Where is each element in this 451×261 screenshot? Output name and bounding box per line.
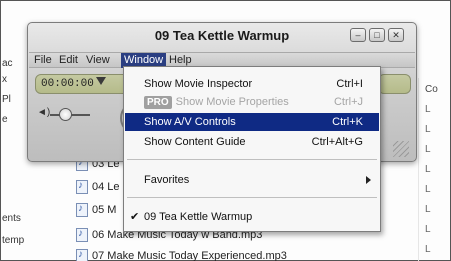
time-display-end [378, 74, 411, 94]
audio-file-icon [76, 227, 88, 242]
submenu-arrow-icon [366, 176, 371, 184]
menu-edit[interactable]: Edit [56, 53, 81, 68]
column-cell: L [425, 104, 431, 115]
menu-item-label: 09 Tea Kettle Warmup [144, 211, 253, 223]
checkmark-icon: ✔ [130, 211, 140, 223]
file-row[interactable]: 05 M [76, 201, 116, 218]
menu-item-show-content-guide[interactable]: Show Content Guide Ctrl+Alt+G [125, 133, 379, 151]
menu-item-shortcut: Ctrl+I [336, 78, 363, 90]
column-cell: L [425, 164, 431, 175]
file-name: 05 M [92, 203, 117, 216]
resize-grip-icon[interactable] [393, 141, 409, 157]
menu-view[interactable]: View [83, 53, 113, 68]
menu-item-label: Show Movie Inspector [144, 78, 253, 90]
menu-item-shortcut: Ctrl+K [332, 116, 363, 128]
left-pane-text: ac [2, 58, 13, 69]
menu-item-show-movie-properties[interactable]: PRO Show Movie Properties Ctrl+J [125, 93, 379, 111]
menu-item-show-av-controls[interactable]: Show A/V Controls Ctrl+K [125, 113, 379, 131]
column-cell: L [425, 184, 431, 195]
menu-item-label: Show A/V Controls [144, 116, 236, 128]
menu-item-show-movie-inspector[interactable]: Show Movie Inspector Ctrl+I [125, 75, 379, 93]
menu-separator [127, 159, 377, 160]
left-pane-text: e [2, 114, 8, 125]
pro-badge: PRO [144, 96, 172, 109]
column-cell: L [425, 144, 431, 155]
left-pane-text: x [2, 74, 7, 85]
window-menu-dropdown: Show Movie Inspector Ctrl+I PRO Show Movi… [123, 66, 381, 232]
menu-item-label: Show Movie Properties [175, 96, 289, 108]
menu-item-favorites[interactable]: Favorites [125, 171, 379, 189]
menu-item-open-movie[interactable]: ✔ 09 Tea Kettle Warmup [125, 208, 379, 226]
menu-item-shortcut: Ctrl+J [333, 96, 363, 108]
file-row[interactable]: 07 Make Music Today Experienced.mp3 [76, 247, 287, 261]
left-pane-text[interactable]: temp [2, 235, 24, 246]
playhead-icon[interactable] [96, 77, 106, 85]
menu-separator [127, 197, 377, 198]
close-button[interactable]: ✕ [388, 28, 404, 42]
file-row[interactable]: 04 Le [76, 178, 120, 195]
menu-file[interactable]: File [31, 53, 55, 68]
column-divider [418, 78, 419, 261]
left-pane-text: Pl [2, 94, 11, 105]
column-cell: L [425, 244, 431, 255]
volume-slider-knob[interactable] [59, 108, 72, 121]
menu-item-label: Show Content Guide [144, 136, 246, 148]
maximize-button[interactable]: □ [369, 28, 385, 42]
menu-item-label: Favorites [144, 174, 190, 186]
minimize-button[interactable]: – [350, 28, 366, 42]
audio-file-icon [76, 248, 88, 261]
audio-file-icon [76, 179, 88, 194]
timecode: 00:00:00 [41, 78, 94, 90]
file-name: 04 Le [92, 180, 120, 193]
column-header[interactable]: Co [425, 84, 438, 95]
column-cell: L [425, 224, 431, 235]
menu-item-shortcut: Ctrl+Alt+G [311, 136, 363, 148]
left-pane-text[interactable]: ents [2, 213, 21, 224]
column-cell: L [425, 124, 431, 135]
speaker-icon: ◄) [37, 107, 51, 118]
file-name: 07 Make Music Today Experienced.mp3 [92, 249, 287, 261]
audio-file-icon [76, 202, 88, 217]
column-cell: L [425, 204, 431, 215]
